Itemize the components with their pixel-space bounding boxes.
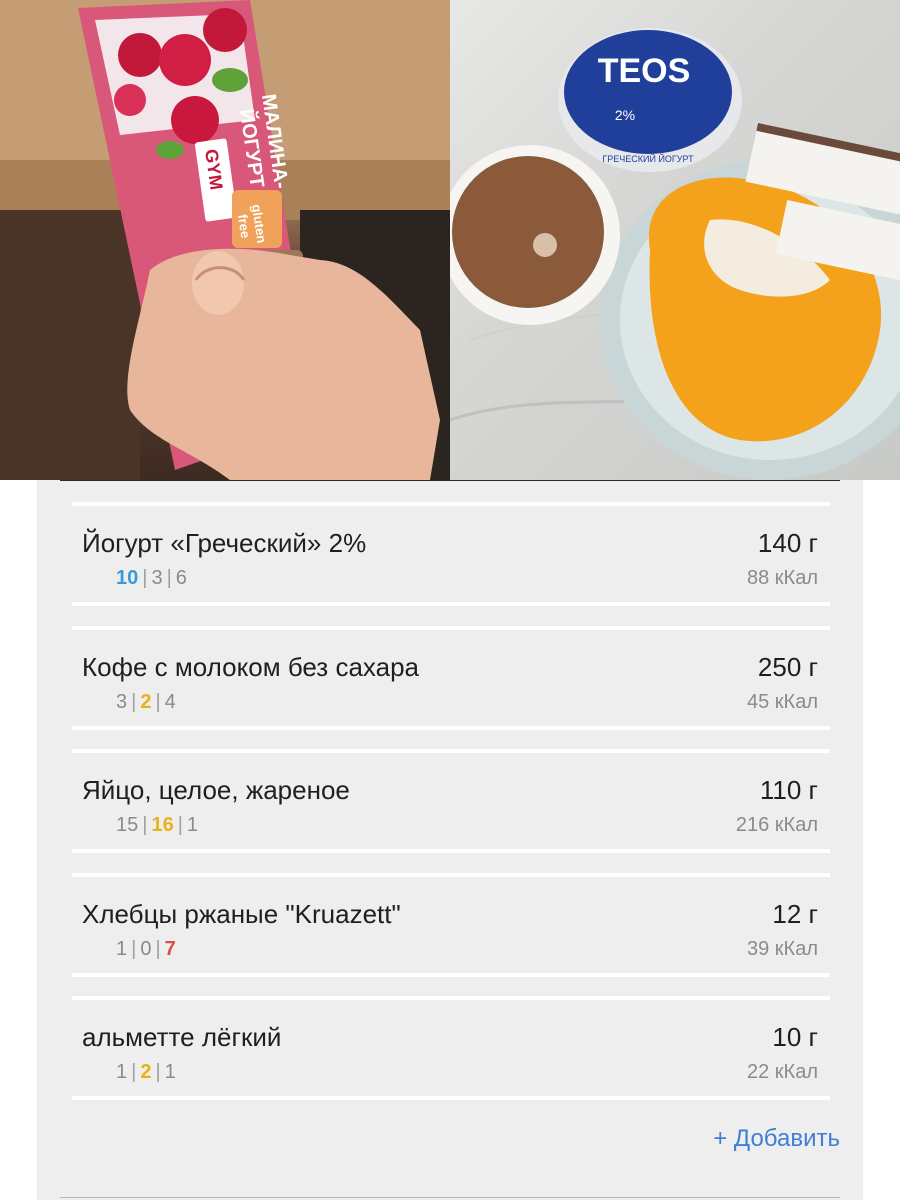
food-item[interactable]: Йогурт «Греческий» 2% 140 г 10 | 3 | 6 88 кК… bbox=[72, 502, 830, 606]
add-food-button[interactable]: + Добавить bbox=[713, 1125, 840, 1153]
food-macros: 3 | 2 | 4 bbox=[116, 691, 176, 713]
carb-value: 6 bbox=[175, 567, 187, 589]
breakfast-photo[interactable]: TEOS 2% ГРЕЧЕСКИЙ ЙОГУРТ bbox=[450, 0, 900, 480]
food-name: Хлебцы ржаные "Kruazett" bbox=[82, 899, 401, 929]
yogurt-fat: 2% bbox=[615, 107, 635, 123]
carb-value: 1 bbox=[186, 814, 199, 836]
yogurt-type: ГРЕЧЕСКИЙ ЙОГУРТ bbox=[602, 153, 694, 164]
food-item[interactable]: Хлебцы ржаные "Kruazett" 12 г 1 | 0 | 7 39 к… bbox=[72, 873, 830, 977]
food-macros: 10 | 3 | 6 bbox=[116, 567, 187, 589]
breakfast-illustration: TEOS 2% ГРЕЧЕСКИЙ ЙОГУРТ bbox=[450, 28, 900, 480]
protein-value: 3 bbox=[116, 691, 128, 713]
fat-value: 2 bbox=[140, 1061, 152, 1083]
food-kcal: 22 кКал bbox=[747, 1061, 818, 1083]
yogurt-brand: TEOS bbox=[598, 52, 691, 90]
food-macros: 1 | 0 | 7 bbox=[116, 938, 176, 960]
protein-value: 1 bbox=[116, 938, 128, 960]
food-weight: 110 г bbox=[759, 775, 818, 805]
protein-bar-illustration: МАЛИНА- ЙОГУРТ GYM gluten free sugar add… bbox=[0, 0, 450, 480]
food-name: Йогурт «Греческий» 2% bbox=[82, 528, 367, 558]
food-weight: 12 г bbox=[772, 899, 818, 929]
meal-photos: МАЛИНА- ЙОГУРТ GYM gluten free sugar add… bbox=[0, 0, 900, 480]
food-name: альметте лёгкий bbox=[82, 1022, 282, 1052]
carb-value: 4 bbox=[164, 691, 176, 713]
food-weight: 140 г bbox=[757, 528, 818, 558]
food-kcal: 45 кКал bbox=[747, 691, 818, 713]
carb-value: 7 bbox=[164, 938, 176, 960]
fat-value: 16 bbox=[151, 814, 174, 836]
food-weight: 250 г bbox=[757, 652, 818, 682]
fat-value: 2 bbox=[140, 691, 152, 713]
carb-value: 1 bbox=[164, 1061, 176, 1083]
protein-bar-photo[interactable]: МАЛИНА- ЙОГУРТ GYM gluten free sugar add… bbox=[0, 0, 450, 480]
protein-value: 10 bbox=[116, 567, 139, 589]
card-bottom-divider bbox=[60, 1197, 840, 1198]
food-kcal: 39 кКал bbox=[747, 938, 818, 960]
fat-value: 0 bbox=[140, 938, 152, 960]
food-kcal: 216 кКал bbox=[735, 814, 818, 836]
food-item[interactable]: Кофе с молоком без сахара 250 г 3 | 2 | 4 45… bbox=[72, 626, 830, 730]
fat-value: 3 bbox=[151, 567, 163, 589]
card-top-divider bbox=[60, 480, 840, 481]
food-item[interactable]: Яйцо, целое, жареное 110 г 15 | 16 | 1 216 к… bbox=[72, 749, 830, 853]
food-weight: 10 г bbox=[772, 1022, 818, 1052]
food-item[interactable]: альметте лёгкий 10 г 1 | 2 | 1 22 кКал bbox=[72, 996, 830, 1100]
food-macros: 1 | 2 | 1 bbox=[116, 1061, 176, 1083]
protein-value: 15 bbox=[116, 814, 139, 836]
food-macros: 15 | 16 | 1 bbox=[116, 814, 199, 836]
food-name: Яйцо, целое, жареное bbox=[82, 775, 350, 805]
protein-value: 1 bbox=[116, 1061, 128, 1083]
food-kcal: 88 кКал bbox=[747, 567, 818, 589]
food-name: Кофе с молоком без сахара bbox=[82, 652, 419, 682]
